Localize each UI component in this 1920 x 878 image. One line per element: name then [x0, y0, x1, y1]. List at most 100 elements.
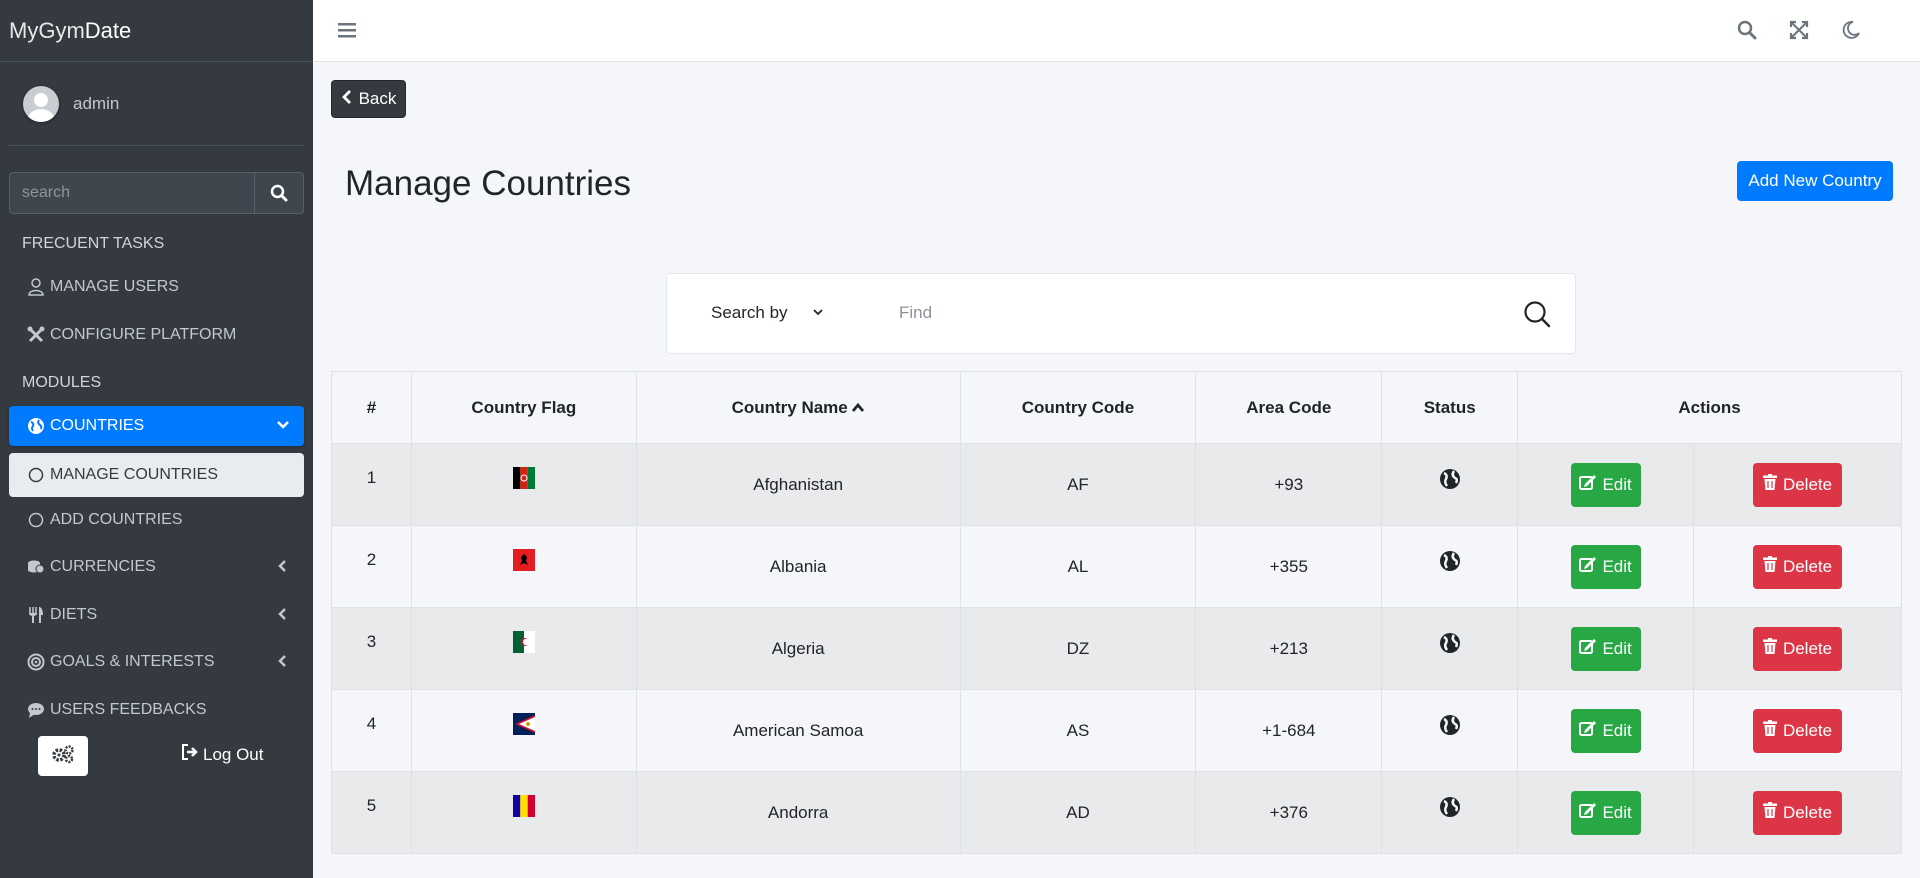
- countries-table: # Country Flag Country Name Country Code…: [331, 371, 1902, 854]
- column-header-number: #: [331, 371, 412, 444]
- bullseye-icon: [26, 652, 46, 672]
- edit-icon: [1579, 802, 1597, 823]
- edit-icon: [1579, 474, 1597, 495]
- brand-part-1: MyGym: [9, 17, 85, 43]
- country-flag-icon: [512, 631, 535, 653]
- flag-cell: [410, 525, 637, 608]
- sidebar-item-manage-users[interactable]: MANAGE USERS: [9, 267, 304, 307]
- brand-logo[interactable]: MyGym Date: [0, 0, 313, 62]
- chevron-left-icon: [276, 607, 290, 626]
- search-icon[interactable]: [1737, 20, 1757, 45]
- sidebar-item-label: GOALS & INTERESTS: [50, 653, 215, 670]
- nav-header-modules: MODULES: [22, 374, 102, 391]
- moon-icon[interactable]: [1841, 20, 1861, 45]
- country-flag-icon: [512, 549, 535, 571]
- sidebar-item-diets[interactable]: DIETS: [9, 595, 304, 635]
- row-number: 4: [331, 689, 412, 772]
- globe-icon[interactable]: [1439, 715, 1461, 740]
- back-button[interactable]: Back: [331, 80, 406, 118]
- sidebar: MyGymDate admin FRECUENT TASKS MANAGE US…: [0, 0, 313, 878]
- trash-icon: [1762, 474, 1777, 495]
- edit-button[interactable]: Edit: [1570, 708, 1641, 753]
- sidebar-item-goals-interests[interactable]: GOALS & INTERESTS: [9, 642, 304, 682]
- sidebar-search: [9, 172, 304, 214]
- sidebar-item-label: CURRENCIES: [50, 558, 156, 575]
- edit-icon: [1579, 556, 1597, 577]
- page-title: Manage Countries: [345, 164, 631, 203]
- delete-cell: Delete: [1693, 607, 1902, 690]
- add-new-country-button[interactable]: Add New Country: [1737, 161, 1893, 201]
- delete-cell: Delete: [1693, 525, 1902, 608]
- sidebar-item-label: ADD COUNTRIES: [50, 511, 183, 528]
- search-by-label: Search by: [711, 303, 788, 322]
- status-cell: [1381, 443, 1519, 526]
- column-header-status: Status: [1381, 371, 1519, 444]
- user-panel: admin: [9, 62, 304, 146]
- edit-button[interactable]: Edit: [1570, 544, 1641, 589]
- sidebar-item-label: USERS FEEDBACKS: [50, 701, 207, 718]
- circle-icon: [26, 465, 46, 485]
- edit-icon: [1579, 720, 1597, 741]
- sidebar-item-currencies[interactable]: CURRENCIES: [9, 547, 304, 587]
- edit-label: Edit: [1602, 556, 1632, 576]
- avatar[interactable]: [23, 85, 59, 122]
- edit-button[interactable]: Edit: [1570, 626, 1641, 671]
- delete-button[interactable]: Delete: [1753, 626, 1843, 671]
- search-card: Search by Find: [666, 273, 1576, 354]
- table-row: 3 Algeria DZ +213 Edit Delete: [331, 607, 1902, 690]
- sidebar-item-configure-platform[interactable]: CONFIGURE PLATFORM: [9, 315, 304, 355]
- menu-toggle-icon[interactable]: [338, 21, 356, 44]
- globe-icon[interactable]: [1439, 551, 1461, 576]
- sort-ascending-icon: [851, 398, 865, 417]
- globe-icon[interactable]: [1439, 633, 1461, 658]
- delete-button[interactable]: Delete: [1753, 462, 1843, 507]
- settings-button[interactable]: [38, 736, 88, 776]
- edit-cell: Edit: [1517, 525, 1695, 608]
- area-code: +1-684: [1195, 689, 1383, 772]
- top-navbar: [313, 0, 1920, 62]
- sidebar-item-countries[interactable]: COUNTRIES: [9, 406, 304, 446]
- row-number: 2: [331, 525, 412, 608]
- area-code: +355: [1195, 525, 1383, 608]
- delete-cell: Delete: [1693, 771, 1902, 854]
- sidebar-item-label: MANAGE COUNTRIES: [50, 466, 219, 483]
- table-row: 4 American Samoa AS +1-684 Edit Delete: [331, 689, 1902, 772]
- globe-icon[interactable]: [1439, 797, 1461, 822]
- delete-label: Delete: [1782, 556, 1833, 576]
- fullscreen-icon[interactable]: [1789, 20, 1809, 45]
- search-icon[interactable]: [1523, 300, 1551, 333]
- sidebar-item-users-feedbacks[interactable]: USERS FEEDBACKS: [9, 690, 304, 730]
- back-label: Back: [358, 89, 397, 108]
- delete-button[interactable]: Delete: [1753, 708, 1843, 753]
- globe-icon[interactable]: [1439, 469, 1461, 494]
- country-code: DZ: [959, 607, 1197, 690]
- trash-icon: [1762, 802, 1777, 823]
- status-cell: [1381, 607, 1519, 690]
- user-name[interactable]: admin: [73, 94, 119, 114]
- search-by-select[interactable]: Search by: [711, 303, 824, 323]
- table-row: 1 Afghanistan AF +93 Edit Delete: [331, 443, 1902, 526]
- sidebar-item-label: COUNTRIES: [50, 417, 145, 434]
- sidebar-search-button[interactable]: [254, 172, 304, 214]
- sidebar-search-input[interactable]: [9, 172, 254, 214]
- column-header-name[interactable]: Country Name: [635, 371, 961, 444]
- sidebar-item-label: CONFIGURE PLATFORM: [50, 326, 237, 343]
- sidebar-item-add-countries[interactable]: ADD COUNTRIES: [9, 500, 304, 540]
- column-header-actions: Actions: [1517, 371, 1902, 444]
- delete-button[interactable]: Delete: [1753, 790, 1843, 835]
- trash-icon: [1762, 556, 1777, 577]
- table-row: 5 Andorra AD +376 Edit Delete: [331, 771, 1902, 854]
- delete-button[interactable]: Delete: [1753, 544, 1843, 589]
- edit-button[interactable]: Edit: [1570, 790, 1641, 835]
- edit-button[interactable]: Edit: [1570, 462, 1641, 507]
- sidebar-item-label: DIETS: [50, 606, 98, 623]
- edit-label: Edit: [1602, 474, 1632, 494]
- flag-cell: [410, 607, 637, 690]
- country-name: Albania: [635, 525, 961, 608]
- find-input[interactable]: Find: [899, 303, 932, 323]
- logout-link[interactable]: Log Out: [181, 744, 264, 765]
- brand-part-2: Date: [84, 17, 132, 43]
- status-cell: [1381, 771, 1519, 854]
- delete-label: Delete: [1782, 474, 1833, 494]
- sidebar-item-manage-countries[interactable]: MANAGE COUNTRIES: [9, 453, 304, 497]
